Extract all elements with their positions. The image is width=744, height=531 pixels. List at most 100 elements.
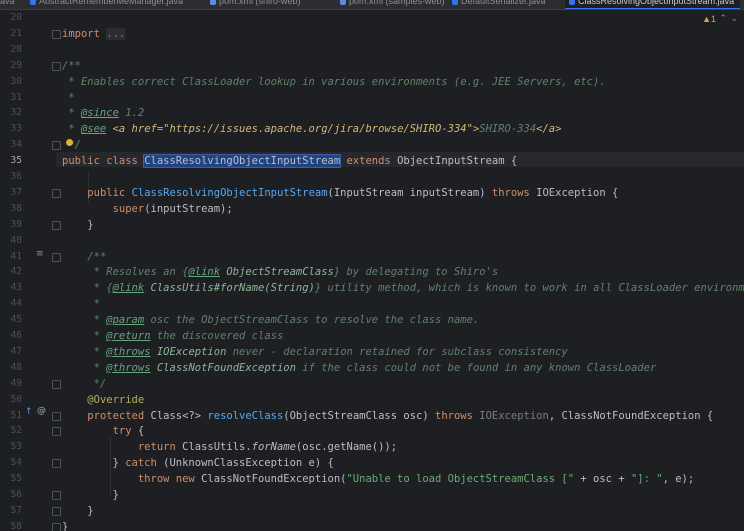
next-highlight-icon[interactable]: ⌄: [730, 13, 738, 24]
code-line[interactable]: super(inputStream);: [62, 202, 233, 216]
fold-marker-icon[interactable]: [52, 411, 61, 421]
fold-marker-icon[interactable]: [52, 252, 61, 262]
line-number[interactable]: 30: [0, 75, 22, 89]
warning-indicator[interactable]: ▲1: [702, 14, 716, 24]
file-type-icon: [30, 0, 36, 5]
fold-marker-icon[interactable]: [52, 491, 61, 500]
line-number[interactable]: 20: [0, 11, 22, 25]
line-number[interactable]: 50: [0, 393, 22, 407]
fold-marker-icon[interactable]: [52, 188, 61, 198]
code-line[interactable]: }: [62, 218, 93, 232]
line-number[interactable]: 37: [0, 186, 22, 200]
file-type-icon: [340, 0, 346, 5]
code-line[interactable]: * @throws ClassNotFoundException if the …: [62, 361, 657, 375]
line-number[interactable]: 28: [0, 43, 22, 57]
warning-icon: ▲: [702, 14, 711, 24]
code-line[interactable]: } catch (UnknownClassException e) {: [62, 456, 334, 470]
editor-tab-label: pom.xml (shiro-web): [219, 0, 301, 6]
fold-marker-icon[interactable]: [52, 29, 61, 39]
code-editor[interactable]: ava AbstractRememberMeManager.java pom.xml…: [0, 0, 744, 531]
file-type-icon: [210, 0, 216, 5]
line-number[interactable]: 52: [0, 424, 22, 438]
fold-marker-icon[interactable]: [52, 141, 61, 151]
fold-marker-icon[interactable]: [52, 379, 61, 389]
code-line[interactable]: import ...: [62, 27, 126, 41]
code-line[interactable]: protected Class<?> resolveClass(ObjectSt…: [62, 409, 713, 423]
file-type-icon: [452, 0, 458, 5]
fold-marker-icon[interactable]: [52, 506, 61, 516]
line-number[interactable]: 38: [0, 202, 22, 216]
code-line[interactable]: */: [62, 377, 107, 391]
editor-tab[interactable]: ava: [0, 0, 15, 6]
code-line[interactable]: public ClassResolvingObjectInputStream(I…: [62, 186, 618, 200]
fold-marker-icon[interactable]: [52, 427, 61, 437]
line-number[interactable]: 32: [0, 106, 22, 120]
line-number[interactable]: 29: [0, 59, 22, 73]
line-number[interactable]: 48: [0, 361, 22, 375]
code-line[interactable]: * Resolves an {@link ObjectStreamClass} …: [62, 265, 499, 279]
fold-marker-icon[interactable]: [52, 61, 61, 71]
reader-mode-icon[interactable]: ≡: [36, 249, 44, 259]
line-number[interactable]: 40: [0, 234, 22, 248]
code-line[interactable]: @Override: [62, 393, 144, 407]
line-number[interactable]: 53: [0, 440, 22, 454]
code-line[interactable]: * {@link ClassUtils#forName(String)} uti…: [62, 281, 744, 295]
line-number[interactable]: 31: [0, 91, 22, 105]
fold-marker-icon[interactable]: [52, 522, 61, 531]
editor-tab[interactable]: pom.xml (samples-web): [340, 0, 445, 6]
fold-marker-icon[interactable]: [52, 220, 61, 230]
code-line[interactable]: public class ClassResolvingObjectInputSt…: [62, 154, 517, 169]
line-number[interactable]: 46: [0, 329, 22, 343]
fold-marker-icon[interactable]: [52, 459, 61, 469]
previous-highlight-icon[interactable]: ⌃: [719, 13, 727, 24]
editor-tab-label: ava: [0, 0, 15, 6]
line-number[interactable]: 39: [0, 218, 22, 232]
editor-tab[interactable]: AbstractRememberMeManager.java: [30, 0, 183, 6]
line-number[interactable]: 42: [0, 265, 22, 279]
line-number[interactable]: 44: [0, 297, 22, 311]
line-number[interactable]: 57: [0, 504, 22, 518]
line-number[interactable]: 54: [0, 456, 22, 470]
code-line[interactable]: /**: [62, 59, 81, 73]
annotation-gutter-icon[interactable]: @: [37, 406, 46, 416]
line-number[interactable]: 58: [0, 520, 22, 531]
code-line[interactable]: }: [62, 520, 68, 531]
code-line[interactable]: *: [62, 91, 74, 105]
line-number[interactable]: 33: [0, 122, 22, 136]
code-line[interactable]: * Enables correct ClassLoader lookup in …: [62, 75, 605, 89]
line-number[interactable]: 55: [0, 472, 22, 486]
code-line[interactable]: /**: [62, 250, 106, 264]
editor-tab[interactable]: ClassResolvingObjectInputStream.java: [565, 0, 741, 9]
line-number[interactable]: 41: [0, 250, 22, 264]
editor-tab-bar: ava AbstractRememberMeManager.java pom.xml…: [0, 0, 744, 10]
line-number[interactable]: 35: [0, 154, 22, 168]
code-line[interactable]: throw new ClassNotFoundException("Unable…: [62, 472, 694, 486]
code-line[interactable]: try {: [62, 424, 145, 438]
override-method-icon[interactable]: ↑: [25, 407, 33, 417]
editor-tab-label: ClassResolvingObjectInputStream.java: [578, 0, 735, 6]
line-number[interactable]: 51: [0, 409, 22, 423]
code-line[interactable]: * @see <a href="https://issues.apache.or…: [62, 122, 561, 136]
editor-tab-label: DefaultSerializer.java: [461, 0, 546, 6]
line-number[interactable]: 36: [0, 170, 22, 184]
line-number[interactable]: 34: [0, 138, 22, 152]
line-number-gutter[interactable]: 20 21 28 29 30 31 32 33 34 35 36 37 38 39 40 41 42 43 44 45…: [0, 10, 56, 531]
editor-tab[interactable]: DefaultSerializer.java: [452, 0, 546, 6]
code-line[interactable]: *: [62, 297, 100, 311]
code-line[interactable]: * @throws IOException never - declaratio…: [62, 345, 568, 359]
code-line[interactable]: }: [62, 488, 119, 502]
code-line[interactable]: return ClassUtils.forName(osc.getName())…: [62, 440, 397, 454]
code-line[interactable]: }: [62, 504, 93, 518]
line-number[interactable]: 43: [0, 281, 22, 295]
code-line[interactable]: * @param osc the ObjectStreamClass to re…: [62, 313, 480, 327]
file-type-icon: [569, 0, 575, 5]
code-line[interactable]: * @return the discovered class: [62, 329, 284, 343]
code-line[interactable]: * @since 1.2: [62, 106, 144, 120]
lightbulb-icon[interactable]: [66, 139, 73, 146]
line-number[interactable]: 21: [0, 27, 22, 41]
line-number[interactable]: 56: [0, 488, 22, 502]
editor-tab[interactable]: pom.xml (shiro-web): [210, 0, 301, 6]
line-number[interactable]: 49: [0, 377, 22, 391]
line-number[interactable]: 45: [0, 313, 22, 327]
line-number[interactable]: 47: [0, 345, 22, 359]
